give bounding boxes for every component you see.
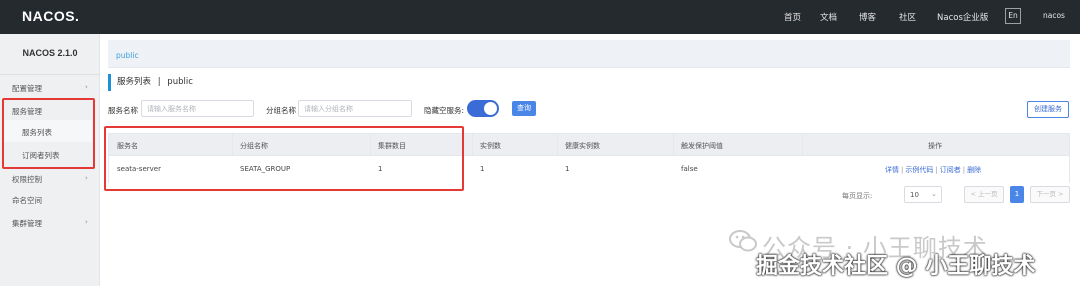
- sidebar-item-subscribers[interactable]: 订阅者列表: [22, 150, 60, 161]
- service-table: 服务名 分组名称 集群数目 实例数 健康实例数 触发保护阈值 操作 seata-…: [108, 133, 1070, 183]
- nav-enterprise[interactable]: Nacos企业版: [937, 11, 988, 23]
- user-name[interactable]: nacos: [1043, 11, 1065, 20]
- cell-healthy: 1: [565, 165, 570, 173]
- per-page-label: 每页显示:: [842, 192, 873, 200]
- sidebar-item-cluster[interactable]: 集群管理: [12, 218, 42, 229]
- th-instances: 实例数: [480, 142, 501, 150]
- sidebar-item-namespace[interactable]: 命名空间: [12, 195, 42, 206]
- sidebar-item-service-mgmt[interactable]: 服务管理: [12, 106, 42, 117]
- cell-service: seata-server: [117, 165, 161, 173]
- breadcrumb: public: [108, 40, 1070, 68]
- chevron-right-icon: ›: [85, 83, 88, 91]
- top-navbar: NACOS. 首页 文档 博客 社区 Nacos企业版 En nacos: [0, 0, 1080, 34]
- chevron-right-icon: ›: [85, 218, 88, 226]
- prev-page-button[interactable]: < 上一页: [964, 186, 1004, 203]
- hide-empty-label: 隐藏空服务:: [424, 106, 465, 115]
- sidebar-item-auth[interactable]: 权限控制: [12, 174, 42, 185]
- next-page-button[interactable]: 下一页 >: [1030, 186, 1070, 203]
- cell-instances: 1: [480, 165, 485, 173]
- nav-home[interactable]: 首页: [784, 11, 801, 23]
- table-header: 服务名 分组名称 集群数目 实例数 健康实例数 触发保护阈值 操作: [109, 134, 1069, 156]
- op-separator: |: [962, 166, 966, 174]
- detail-link[interactable]: 详情: [885, 166, 899, 174]
- nav-docs[interactable]: 文档: [820, 11, 837, 23]
- cell-ops: 详情 | 示例代码 | 订阅者 | 删除: [885, 165, 981, 175]
- th-ops: 操作: [928, 142, 942, 150]
- nacos-logo[interactable]: NACOS.: [22, 8, 79, 24]
- create-service-button[interactable]: 创建服务: [1027, 101, 1069, 118]
- page-title: 服务列表 | public: [108, 74, 193, 91]
- th-service: 服务名: [117, 142, 138, 150]
- th-healthy: 健康实例数: [565, 142, 600, 150]
- op-separator: |: [935, 166, 938, 174]
- service-name-label: 服务名称: [108, 106, 138, 115]
- nav-community[interactable]: 社区: [899, 11, 916, 23]
- table-row: seata-server SEATA_GROUP 1 1 1 false 详情 |…: [109, 156, 1069, 183]
- th-group: 分组名称: [240, 142, 268, 150]
- query-button[interactable]: 查询: [512, 101, 536, 116]
- group-name-label: 分组名称: [266, 106, 296, 115]
- sidebar-item-config[interactable]: 配置管理: [12, 83, 42, 94]
- per-page-value: 10: [910, 191, 919, 199]
- chevron-right-icon: ›: [85, 174, 88, 182]
- sidebar: NACOS 2.1.0 配置管理 › 服务管理 服务列表 订阅者列表 权限控制 …: [0, 34, 100, 286]
- sample-code-link[interactable]: 示例代码: [905, 166, 933, 174]
- current-page-button[interactable]: 1: [1010, 186, 1024, 203]
- delete-link[interactable]: 删除: [967, 166, 981, 174]
- cell-group: SEATA_GROUP: [240, 165, 291, 173]
- per-page-select[interactable]: 10 ⌄: [904, 186, 942, 203]
- op-separator: |: [901, 166, 904, 174]
- language-toggle-button[interactable]: En: [1005, 8, 1021, 24]
- sidebar-item-service-list[interactable]: 服务列表: [22, 127, 52, 138]
- cell-clusters: 1: [378, 165, 383, 173]
- cell-threshold: false: [681, 165, 698, 173]
- group-name-input[interactable]: 请输入分组名称: [298, 100, 412, 117]
- breadcrumb-namespace[interactable]: public: [116, 51, 139, 60]
- service-name-input[interactable]: 请输入服务名称: [141, 100, 254, 117]
- th-threshold: 触发保护阈值: [681, 142, 723, 150]
- page-title-text: 服务列表: [117, 77, 152, 87]
- th-clusters: 集群数目: [378, 142, 406, 150]
- watermark-juejin: 掘金技术社区 @ 小王聊技术: [756, 254, 1036, 279]
- page-title-namespace: public: [167, 77, 193, 87]
- service-name-placeholder: 请输入服务名称: [147, 105, 196, 113]
- page-title-separator: |: [157, 77, 161, 87]
- sidebar-version-title: NACOS 2.1.0: [22, 48, 78, 58]
- toggle-knob: [484, 102, 497, 115]
- nav-blog[interactable]: 博客: [859, 11, 876, 23]
- sidebar-divider: [0, 74, 100, 75]
- subscribers-link[interactable]: 订阅者: [940, 166, 961, 174]
- chevron-down-icon: ⌄: [931, 190, 937, 198]
- hide-empty-toggle[interactable]: [467, 100, 499, 117]
- group-name-placeholder: 请输入分组名称: [304, 105, 353, 113]
